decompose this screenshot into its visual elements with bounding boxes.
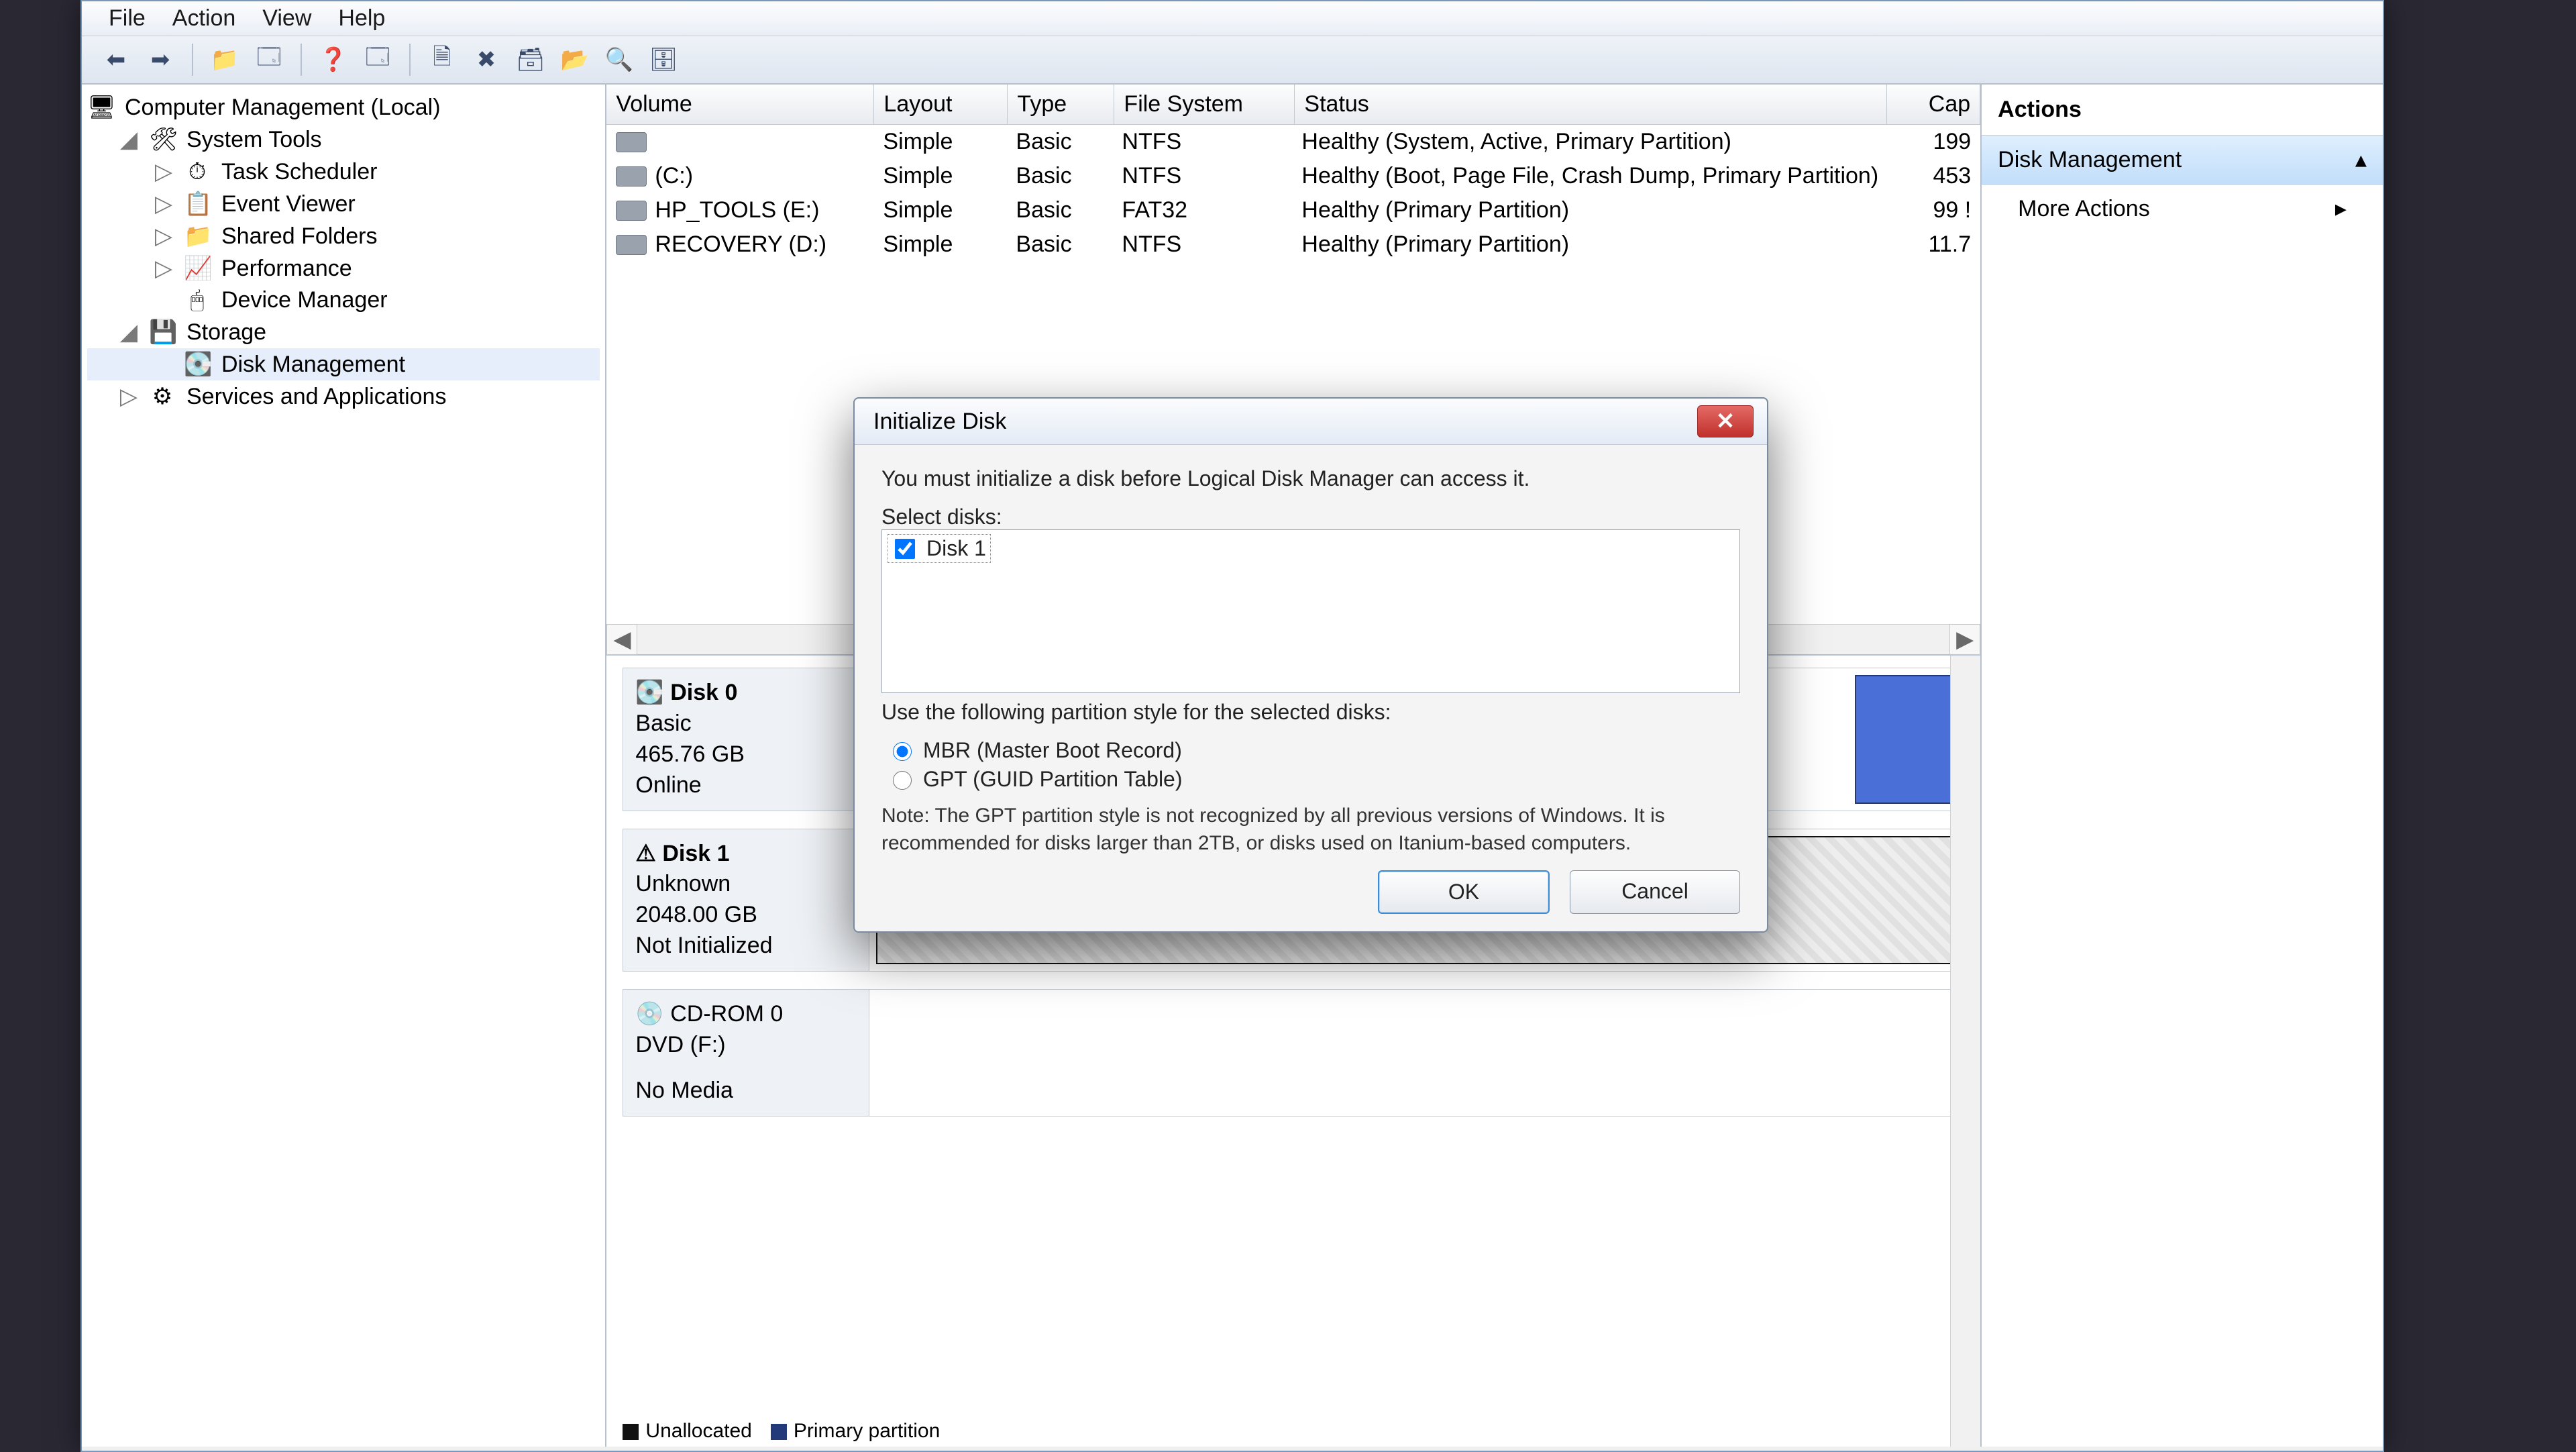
dialog-title: Initialize Disk <box>873 409 1006 435</box>
mbr-radio[interactable] <box>893 742 912 761</box>
cancel-button[interactable]: Cancel <box>1570 870 1740 914</box>
dialog-body: You must initialize a disk before Logica… <box>855 445 1767 931</box>
dialog-titlebar[interactable]: Initialize Disk ✕ <box>855 399 1767 445</box>
modal-overlay: Initialize Disk ✕ You must initialize a … <box>82 1 2383 1451</box>
initialize-disk-dialog: Initialize Disk ✕ You must initialize a … <box>853 397 1768 933</box>
mbr-label: MBR (Master Boot Record) <box>923 738 1182 763</box>
gpt-label: GPT (GUID Partition Table) <box>923 767 1183 792</box>
disk-1-label: Disk 1 <box>926 536 986 561</box>
ok-button[interactable]: OK <box>1378 870 1550 914</box>
disk-1-checkbox-row[interactable]: Disk 1 <box>888 534 991 563</box>
gpt-radio[interactable] <box>893 771 912 790</box>
dialog-buttons: OK Cancel <box>881 870 1740 914</box>
partition-style-label: Use the following partition style for th… <box>881 700 1740 725</box>
computer-management-window: File Action View Help ⬅ ➡ 📁 🗔 ❓ 🗔 🗎 ✖ 🗃 … <box>80 0 2384 1452</box>
dialog-note: Note: The GPT partition style is not rec… <box>881 802 1740 857</box>
dialog-message: You must initialize a disk before Logica… <box>881 466 1740 491</box>
close-icon: ✕ <box>1716 408 1735 435</box>
gpt-option[interactable]: GPT (GUID Partition Table) <box>890 767 1740 792</box>
partition-style-radios: MBR (Master Boot Record) GPT (GUID Parti… <box>890 738 1740 792</box>
mbr-option[interactable]: MBR (Master Boot Record) <box>890 738 1740 763</box>
disk-listbox[interactable]: Disk 1 <box>881 529 1740 693</box>
disk-1-checkbox[interactable] <box>895 539 915 559</box>
select-disks-label: Select disks: <box>881 505 1740 529</box>
close-button[interactable]: ✕ <box>1697 405 1754 437</box>
